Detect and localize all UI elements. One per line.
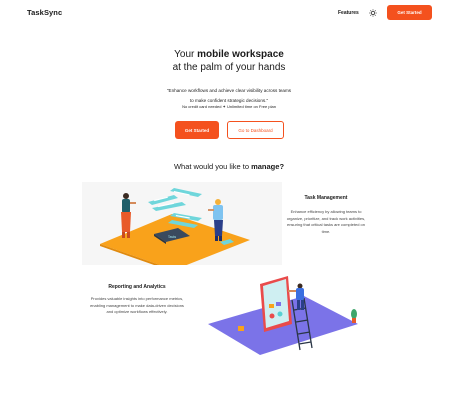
feature-title-reporting-analytics: Reporting and Analytics [108,284,166,290]
hero-title-part1: Your [174,49,198,60]
hero-note: No credit card needed ✦ Unlimited time o… [182,104,276,109]
go-to-dashboard-button[interactable]: Go to Dashboard [227,121,284,139]
section-heading: What would you like to manage? [0,162,458,171]
feature-description-task-management: Enhance efficiency by allowing teams to … [286,209,366,235]
section-heading-part1: What would you like to [173,162,252,171]
hero-title-bold: mobile workspace [197,49,284,60]
nav-link-features[interactable]: Features [338,10,359,16]
site-header: TaskSync Features Get Started [0,0,458,26]
get-started-button[interactable]: Get Started [175,121,219,139]
sun-icon[interactable] [369,9,377,17]
hero-title-line2: at the palm of your hands [172,62,286,73]
header-get-started-button[interactable]: Get Started [387,5,432,20]
feature-description-reporting-analytics: Provides valuable insights into performa… [90,296,184,315]
task-management-illustration: Tasks [82,182,282,265]
board-label: Tasks [168,235,177,239]
hero-quote-line2: to make confident strategic decisions." [189,97,269,103]
logo[interactable]: TaskSync [27,8,62,17]
section-heading-bold: manage? [251,162,285,171]
hero-quote-line1: "Enhance workflows and achieve clear vis… [166,88,292,93]
analytics-illustration [208,276,358,355]
feature-title-task-management: Task Management [304,195,348,201]
hero-quote: "Enhance workflows and achieve clear vis… [0,86,458,105]
hero-title: Your mobile workspace at the palm of you… [0,48,458,74]
